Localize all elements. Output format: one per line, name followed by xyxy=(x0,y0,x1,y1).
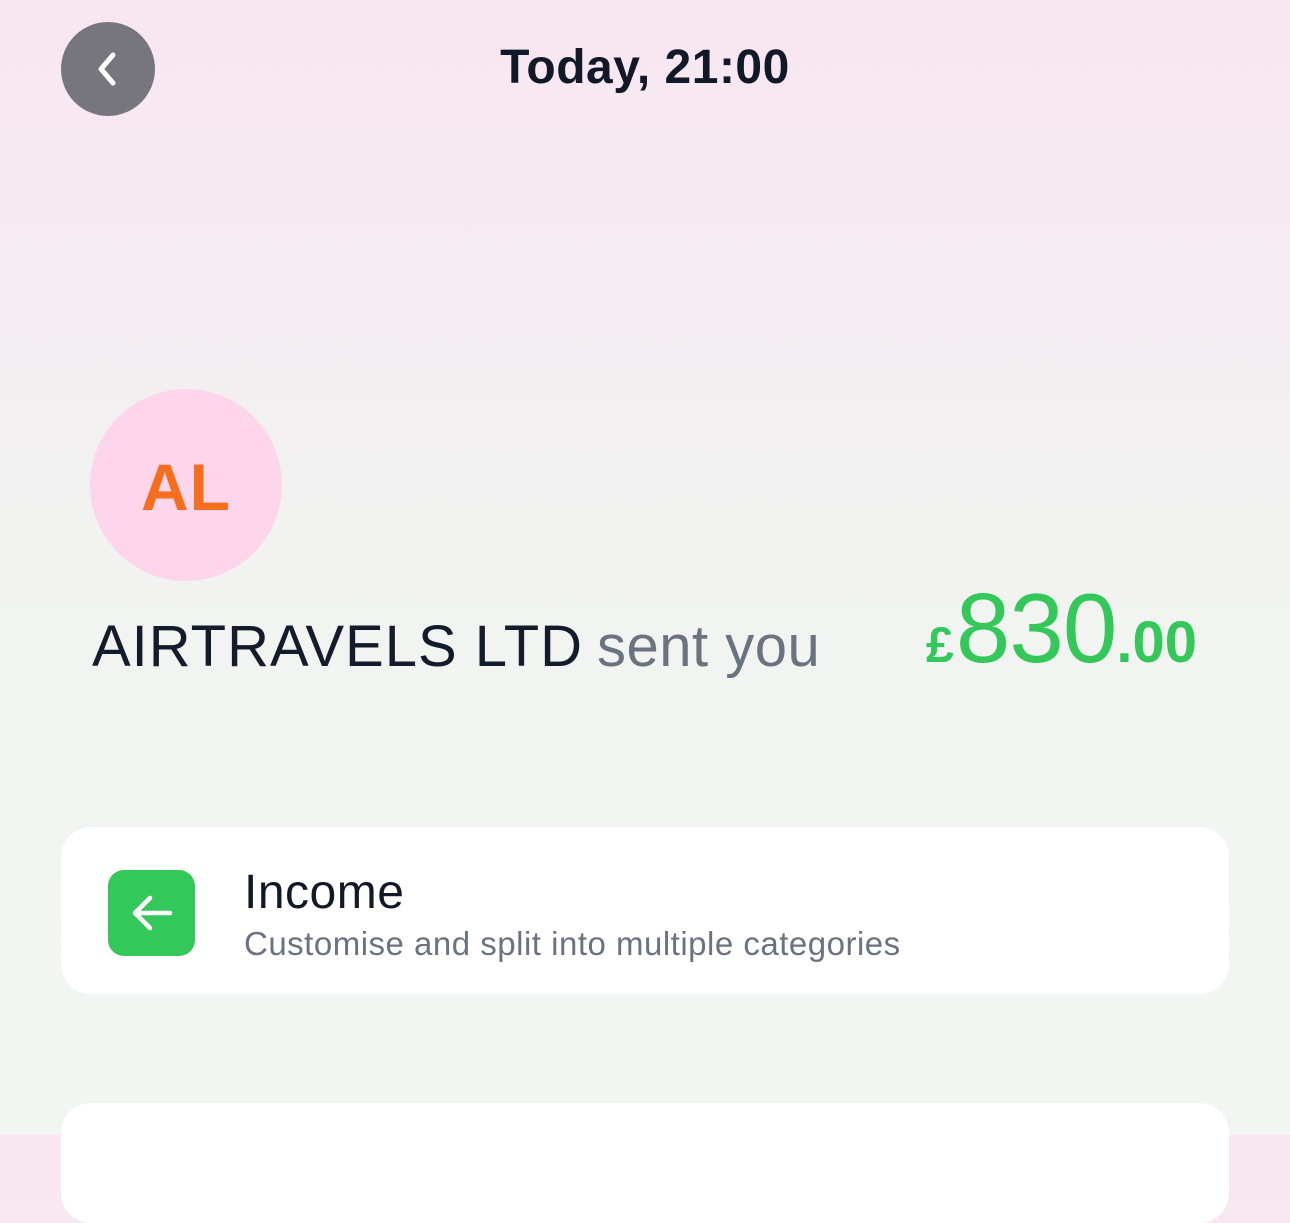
transaction-amount: £830.00 xyxy=(926,578,1197,708)
sender-line: AIRTRAVELS LTD sent you xyxy=(92,612,820,682)
category-icon-tile xyxy=(108,870,195,956)
merchant-name: AIRTRAVELS LTD xyxy=(92,614,584,679)
amount-major: 830 xyxy=(955,573,1118,683)
amount-currency: £ xyxy=(926,617,954,673)
category-card[interactable]: Income Customise and split into multiple… xyxy=(61,827,1229,994)
amount-minor: .00 xyxy=(1116,610,1197,675)
next-card[interactable] xyxy=(61,1103,1229,1223)
category-subtitle: Customise and split into multiple catego… xyxy=(244,925,901,962)
arrow-left-icon xyxy=(132,895,172,931)
avatar: AL xyxy=(90,389,282,581)
category-title: Income xyxy=(244,866,405,919)
sent-you-label: sent you xyxy=(597,614,821,679)
page-title: Today, 21:00 xyxy=(500,41,790,94)
avatar-initials: AL xyxy=(141,450,231,524)
